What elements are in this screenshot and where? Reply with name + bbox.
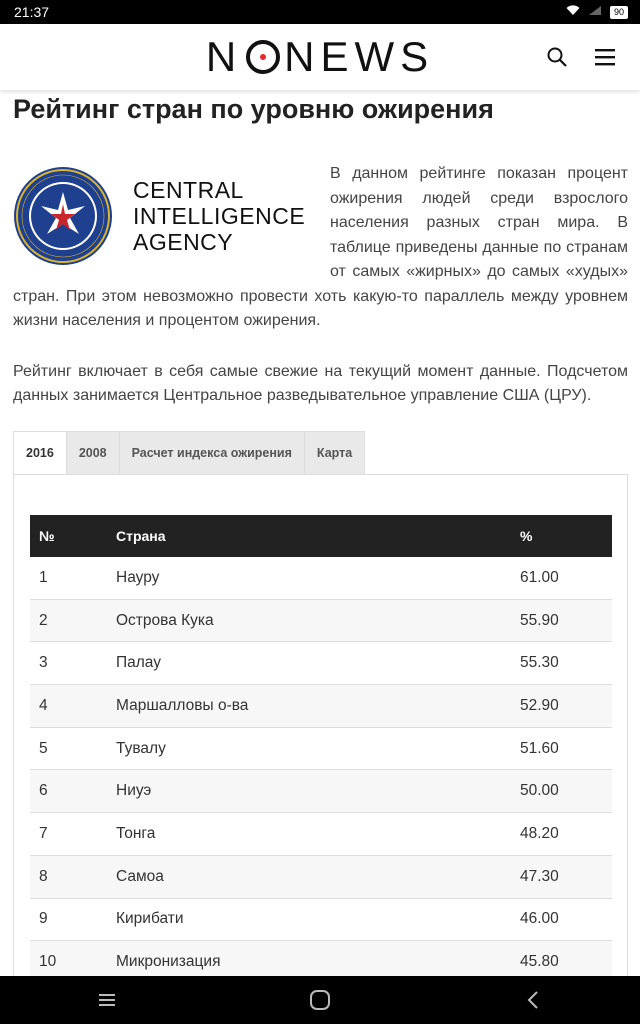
cell-number: 3: [30, 641, 107, 686]
cell-percent: 46.00: [511, 898, 612, 942]
cell-country: Маршалловы о-ва: [107, 684, 511, 728]
table-row: 2 Острова Кука 55.90: [30, 599, 612, 643]
cell-number: 6: [30, 769, 107, 814]
cell-country: Кирибати: [107, 898, 511, 942]
header-percent: %: [520, 527, 533, 544]
cell-number: 7: [30, 812, 107, 856]
site-header: N NEWS: [0, 24, 640, 90]
cell-percent: 48.20: [511, 812, 612, 856]
table-header-row: № Страна %: [30, 514, 612, 557]
cell-percent: 55.30: [511, 641, 612, 686]
cell-number: 9: [30, 898, 107, 942]
status-time: 21:37: [14, 4, 50, 20]
recent-apps-icon[interactable]: [77, 976, 137, 1024]
tab-2008[interactable]: 2008: [66, 430, 120, 475]
cell-country: Науру: [107, 556, 511, 600]
cell-percent: 61.00: [511, 556, 612, 600]
cell-percent: 52.90: [511, 684, 612, 728]
cell-percent: 55.90: [511, 599, 612, 643]
second-paragraph: Рейтинг включает в себя самые свежие на …: [13, 362, 628, 405]
wifi-icon: [566, 5, 580, 19]
cia-logo: CENTRAL INTELLIGENCE AGENCY: [13, 164, 318, 268]
cia-seal-icon: [14, 167, 112, 265]
table-row: 1 Науру 61.00: [30, 556, 612, 600]
tab-obesity-index[interactable]: Расчет индекса ожирения: [119, 430, 305, 475]
status-bar: 21:37 90: [0, 0, 640, 24]
cia-line-1: CENTRAL: [133, 177, 244, 203]
logo-text-left: N: [205, 33, 243, 80]
cia-line-2: INTELLIGENCE: [133, 203, 306, 229]
table-row: 5 Тувалу 51.60: [30, 727, 612, 771]
table-row: 7 Тонга 48.20: [30, 812, 612, 856]
table-row: 8 Самоа 47.30: [30, 855, 612, 899]
tab-2016[interactable]: 2016: [13, 430, 67, 475]
cell-country: Тонга: [107, 812, 511, 856]
header-number: №: [39, 527, 55, 544]
tab-map[interactable]: Карта: [304, 430, 366, 475]
table-row: 6 Ниуэ 50.00: [30, 769, 612, 814]
page-title: Рейтинг стран по уровню ожирения: [13, 94, 494, 124]
cell-number: 8: [30, 855, 107, 899]
cell-number: 2: [30, 599, 107, 643]
cell-number: 1: [30, 556, 107, 600]
cell-percent: 50.00: [511, 769, 612, 814]
cell-country: Тувалу: [107, 727, 511, 771]
table-row: 4 Маршалловы о-ва 52.90: [30, 684, 612, 728]
intro-paragraph: CENTRAL INTELLIGENCE AGENCY В данном рей…: [13, 162, 628, 334]
back-icon[interactable]: [503, 976, 563, 1024]
cell-number: 4: [30, 684, 107, 728]
hamburger-menu-icon[interactable]: [594, 46, 616, 68]
cell-percent: 47.30: [511, 855, 612, 899]
logo-o-mark: [246, 40, 281, 74]
header-actions: [546, 24, 616, 90]
logo-text-right: NEWS: [284, 33, 435, 80]
battery-icon: 90: [609, 5, 628, 19]
header-country: Страна: [116, 527, 166, 544]
cia-wordmark: CENTRAL INTELLIGENCE AGENCY: [133, 177, 305, 255]
tab-bar: 2016 2008 Расчет индекса ожирения Карта: [13, 430, 628, 475]
home-icon[interactable]: [290, 976, 350, 1024]
search-icon[interactable]: [546, 46, 568, 68]
table-row: 9 Кирибати 46.00: [30, 898, 612, 942]
site-logo[interactable]: N NEWS: [206, 33, 434, 81]
obesity-table: № Страна % 1 Науру 61.00 2 Острова Кука 55.9…: [30, 514, 612, 984]
article-content: Рейтинг стран по уровню ожирения CENTRAL…: [13, 92, 628, 994]
tab-panel-2016: № Страна % 1 Науру 61.00 2 Острова Кука 55.9…: [13, 473, 628, 994]
status-icons: 90: [566, 5, 628, 19]
cell-country: Ниуэ: [107, 769, 511, 814]
cia-line-3: AGENCY: [133, 229, 234, 255]
cell-number: 5: [30, 727, 107, 771]
cell-country: Палау: [107, 641, 511, 686]
android-nav-bar: [0, 976, 640, 1024]
cell-country: Самоа: [107, 855, 511, 899]
cell-country: Острова Кука: [107, 599, 511, 643]
cell-percent: 51.60: [511, 727, 612, 771]
battery-level: 90: [613, 6, 624, 17]
signal-icon: [588, 5, 602, 19]
table-row: 3 Палау 55.30: [30, 641, 612, 686]
